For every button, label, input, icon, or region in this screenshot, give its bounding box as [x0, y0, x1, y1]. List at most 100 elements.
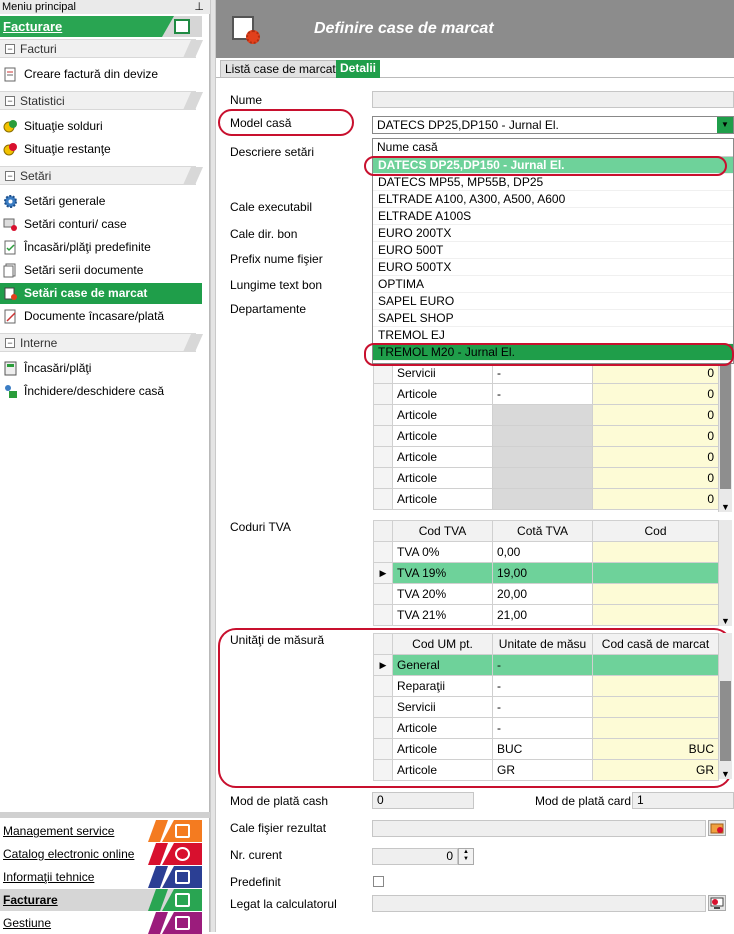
- section-statistici[interactable]: − Statistici: [0, 91, 203, 110]
- tab-lista-case[interactable]: Listă case de marcat: [220, 60, 341, 78]
- dropdown-option[interactable]: EURO 500T: [373, 242, 733, 259]
- table-row[interactable]: ▶ General -: [373, 654, 719, 676]
- dropdown-option[interactable]: DATECS DP25,DP150 - Jurnal El.: [373, 157, 733, 174]
- table-row[interactable]: Articole 0: [373, 488, 719, 510]
- module-facturare[interactable]: Facturare: [0, 889, 202, 911]
- col-header-cota-tva[interactable]: Cotă TVA: [492, 520, 593, 542]
- tva-scrollbar[interactable]: ▼: [718, 520, 732, 626]
- cale-fisier-input[interactable]: [372, 820, 706, 837]
- row-selector[interactable]: [373, 362, 393, 384]
- group-facturare-header[interactable]: Facturare: [0, 16, 202, 37]
- cell-code[interactable]: 0: [592, 425, 719, 447]
- cell-code[interactable]: 0: [592, 446, 719, 468]
- table-row[interactable]: Articole 0: [373, 404, 719, 426]
- row-selector[interactable]: [373, 675, 393, 697]
- cell-cod[interactable]: [592, 583, 719, 605]
- row-selector[interactable]: [373, 583, 393, 605]
- cell-code[interactable]: 0: [592, 362, 719, 384]
- module-gestiune[interactable]: Gestiune: [0, 912, 202, 934]
- menu-item-serii-documente[interactable]: Setări serii documente: [0, 260, 202, 281]
- row-selector[interactable]: [373, 404, 393, 426]
- cell-cod-casa[interactable]: [592, 696, 719, 718]
- dropdown-option[interactable]: OPTIMA: [373, 276, 733, 293]
- cell-code[interactable]: 0: [592, 467, 719, 489]
- module-informatii-tehnice[interactable]: Informaţii tehnice: [0, 866, 202, 888]
- scroll-down-icon[interactable]: ▼: [721, 502, 730, 512]
- module-management-service[interactable]: Management service: [0, 820, 202, 842]
- collapse-icon[interactable]: −: [5, 171, 15, 181]
- collapse-icon[interactable]: −: [5, 96, 15, 106]
- menu-item-inchidere-casa[interactable]: Închidere/deschidere casă: [0, 381, 202, 402]
- menu-item-creare-factura[interactable]: Creare factură din devize: [0, 64, 202, 85]
- row-selector[interactable]: [373, 467, 393, 489]
- menu-item-setari-conturi[interactable]: Setări conturi/ case: [0, 214, 202, 235]
- dropdown-option[interactable]: DATECS MP55, MP55B, DP25: [373, 174, 733, 191]
- row-selector[interactable]: [373, 717, 393, 739]
- row-selector[interactable]: [373, 425, 393, 447]
- row-selector[interactable]: [373, 383, 393, 405]
- nr-curent-input[interactable]: 0: [372, 848, 458, 865]
- menu-item-setari-case-marcat[interactable]: Setări case de marcat: [0, 283, 202, 304]
- cell-cod[interactable]: [592, 541, 719, 563]
- model-dropdown-list[interactable]: Nume casă DATECS DP25,DP150 - Jurnal El.…: [372, 138, 734, 364]
- row-selector[interactable]: [373, 488, 393, 510]
- cell-cod[interactable]: [592, 604, 719, 626]
- scroll-down-icon[interactable]: ▼: [721, 769, 730, 779]
- cell-cod-casa[interactable]: [592, 675, 719, 697]
- menu-item-situatie-solduri[interactable]: Situaţie solduri: [0, 116, 202, 137]
- row-selector[interactable]: [373, 541, 393, 563]
- col-header-cod[interactable]: Cod: [592, 520, 719, 542]
- cell-cod-casa[interactable]: BUC: [592, 738, 719, 760]
- dropdown-option[interactable]: TREMOL EJ: [373, 327, 733, 344]
- section-interne[interactable]: − Interne: [0, 333, 203, 352]
- col-header-cod-casa[interactable]: Cod casă de marcat: [592, 633, 719, 655]
- table-row[interactable]: TVA 0% 0,00: [373, 541, 719, 563]
- model-casa-combo[interactable]: DATECS DP25,DP150 - Jurnal El. ▼: [372, 116, 734, 134]
- card-input[interactable]: 1: [632, 792, 734, 809]
- dropdown-option[interactable]: ELTRADE A100, A300, A500, A600: [373, 191, 733, 208]
- dropdown-option[interactable]: ELTRADE A100S: [373, 208, 733, 225]
- row-selector[interactable]: [373, 604, 393, 626]
- um-scrollbar[interactable]: ▼: [718, 633, 732, 779]
- col-header-unitate[interactable]: Unitate de măsu: [492, 633, 593, 655]
- dropdown-option[interactable]: TREMOL M20 - Jurnal El.: [373, 344, 733, 361]
- row-selector[interactable]: [373, 696, 393, 718]
- chevron-down-icon[interactable]: ▼: [717, 117, 733, 133]
- menu-item-setari-generale[interactable]: Setări generale: [0, 191, 202, 212]
- dropdown-option[interactable]: SAPEL SHOP: [373, 310, 733, 327]
- cell-code[interactable]: 0: [592, 404, 719, 426]
- menu-item-incasari-predefinite[interactable]: Încasări/plăţi predefinite: [0, 237, 202, 258]
- col-header-cod-tva[interactable]: Cod TVA: [392, 520, 493, 542]
- menu-item-incasari-plati[interactable]: Încasări/plăţi: [0, 358, 202, 379]
- table-row[interactable]: Articole -0: [373, 383, 719, 405]
- module-catalog-electronic[interactable]: Catalog electronic online: [0, 843, 202, 865]
- cell-cod-casa[interactable]: [592, 717, 719, 739]
- pin-icon[interactable]: ⊥: [194, 0, 204, 14]
- cell-code[interactable]: 0: [592, 488, 719, 510]
- table-row[interactable]: Reparaţii -: [373, 675, 719, 697]
- pane-splitter[interactable]: [210, 0, 216, 932]
- computer-select-button[interactable]: [708, 895, 726, 911]
- legat-calculator-input[interactable]: [372, 895, 706, 912]
- scroll-down-icon[interactable]: ▼: [721, 616, 730, 626]
- dropdown-option[interactable]: EURO 200TX: [373, 225, 733, 242]
- splitter[interactable]: [0, 812, 210, 818]
- cell-cod-casa[interactable]: [592, 654, 719, 676]
- menu-item-documente-incasare[interactable]: Documente încasare/plată: [0, 306, 202, 327]
- departamente-scrollbar[interactable]: ▼: [718, 362, 732, 512]
- tab-detalii[interactable]: Detalii: [336, 60, 381, 78]
- table-row[interactable]: Articole -: [373, 717, 719, 739]
- nr-curent-spinner[interactable]: ▲ ▼: [458, 848, 474, 865]
- table-row[interactable]: Articole 0: [373, 425, 719, 447]
- browse-folder-button[interactable]: [708, 820, 726, 836]
- table-row[interactable]: Articole GR GR: [373, 759, 719, 781]
- row-selector[interactable]: [373, 446, 393, 468]
- table-row[interactable]: TVA 20% 20,00: [373, 583, 719, 605]
- cell-code[interactable]: 0: [592, 383, 719, 405]
- section-setari[interactable]: − Setări: [0, 166, 203, 185]
- row-selector[interactable]: [373, 738, 393, 760]
- cash-input[interactable]: 0: [372, 792, 474, 809]
- table-row[interactable]: Servicii -0: [373, 362, 719, 384]
- table-row[interactable]: ▶ TVA 19% 19,00: [373, 562, 719, 584]
- row-pointer-icon[interactable]: ▶: [373, 562, 393, 584]
